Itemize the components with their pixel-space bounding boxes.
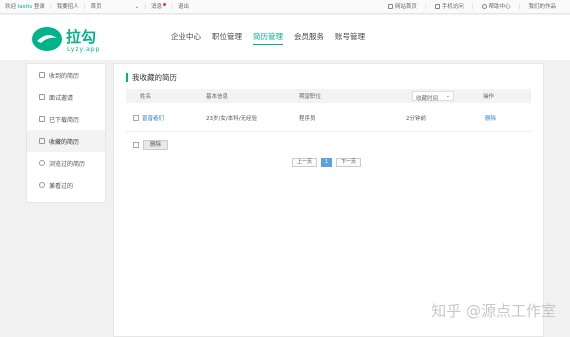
sidebar-item-saved-resumes[interactable]: 收藏的简历 bbox=[27, 130, 105, 152]
notification-dot bbox=[163, 3, 167, 6]
nav-resume-management[interactable]: 简历管理 bbox=[253, 31, 283, 45]
main-panel: 我收藏的简历 姓名 基本信息 期望职位 收藏时间 ⌄ 操作 曾曾者们 23岁/女… bbox=[113, 63, 544, 337]
sidebar-item-viewed-resumes[interactable]: 浏览过的简历 bbox=[27, 152, 105, 174]
chevron-down-icon: ⌄ bbox=[445, 93, 450, 99]
our-work-link[interactable]: 我们的作品 bbox=[528, 3, 556, 11]
home-icon bbox=[387, 4, 393, 9]
header: 拉勾 Lyzy.app 企业中心 职位管理 简历管理 会员服务 账号管理 bbox=[0, 15, 570, 60]
sidebar: 收到的简历 面试邀请 已下载简历 收藏的简历 浏览过的简历 兼看过的 bbox=[26, 63, 106, 203]
page-title: 我收藏的简历 bbox=[132, 73, 177, 82]
candidate-name-link[interactable]: 曾曾者们 bbox=[142, 114, 164, 122]
saved-time: 2分钟前 bbox=[406, 116, 426, 122]
download-icon bbox=[39, 116, 45, 122]
candidate-basic-info: 23岁/女/本科/无经验 bbox=[206, 116, 258, 122]
select-all-checkbox[interactable] bbox=[133, 142, 139, 148]
site-home-link[interactable]: 网站首页 bbox=[387, 3, 417, 11]
inbox-icon bbox=[39, 72, 45, 78]
homepage-link[interactable]: 首页 bbox=[91, 3, 102, 11]
bulk-delete-button[interactable]: 删除 bbox=[143, 140, 168, 150]
row-checkbox[interactable] bbox=[133, 115, 139, 121]
table-row: 曾曾者们 23岁/女/本科/无经验 程序员 2分钟前 删除 bbox=[126, 111, 531, 125]
nav-company-center[interactable]: 企业中心 bbox=[171, 31, 201, 45]
candidate-position: 程序员 bbox=[299, 116, 316, 122]
nav-member-services[interactable]: 会员服务 bbox=[294, 31, 324, 45]
top-bar: 欢迎 lastis 登录 | 我要招人 | 首页 ⌄ | 消息 | 退出 网站首… bbox=[0, 0, 570, 14]
phone-icon bbox=[434, 4, 440, 9]
table-header: 姓名 基本信息 期望职位 收藏时间 ⌄ 操作 bbox=[126, 89, 531, 103]
nav-job-management[interactable]: 职位管理 bbox=[212, 31, 242, 45]
prev-page-button[interactable]: 上一页 bbox=[292, 158, 318, 167]
nav-account-management[interactable]: 账号管理 bbox=[335, 31, 365, 45]
messages-link[interactable]: 消息 bbox=[151, 3, 167, 11]
sidebar-item-interview-invites[interactable]: 面试邀请 bbox=[27, 86, 105, 108]
user-icon bbox=[39, 182, 45, 188]
calendar-icon bbox=[39, 94, 45, 100]
chevron-down-icon[interactable]: ⌄ bbox=[135, 3, 140, 11]
logout-link[interactable]: 退出 bbox=[178, 3, 189, 11]
sidebar-item-viewed-by[interactable]: 兼看过的 bbox=[27, 174, 105, 196]
col-name: 姓名 bbox=[140, 94, 152, 100]
sidebar-item-downloaded-resumes[interactable]: 已下载简历 bbox=[27, 108, 105, 130]
sidebar-item-received-resumes[interactable]: 收到的简历 bbox=[27, 64, 105, 86]
svg-text:Lyzy.app: Lyzy.app bbox=[67, 46, 100, 53]
mobile-link[interactable]: 手机访问 bbox=[434, 3, 464, 11]
svg-text:拉勾: 拉勾 bbox=[66, 28, 96, 46]
divider bbox=[126, 131, 531, 132]
login-link[interactable]: 登录 bbox=[34, 4, 45, 10]
username-link[interactable]: lastis bbox=[18, 4, 32, 10]
welcome-text: 欢迎 lastis 登录 bbox=[5, 4, 45, 10]
help-link[interactable]: 帮助中心 bbox=[481, 3, 511, 11]
eye-icon bbox=[39, 160, 45, 166]
sort-by-time-select[interactable]: 收藏时间 ⌄ bbox=[412, 91, 454, 102]
col-action: 操作 bbox=[483, 94, 495, 100]
star-icon bbox=[39, 138, 45, 144]
next-page-button[interactable]: 下一页 bbox=[336, 158, 362, 167]
pagination: 上一页 1 下一页 bbox=[292, 158, 362, 167]
switch-role-link[interactable]: 我要招人 bbox=[57, 3, 79, 11]
main-nav: 企业中心 职位管理 简历管理 会员服务 账号管理 bbox=[171, 31, 365, 45]
page-1-button[interactable]: 1 bbox=[321, 158, 333, 167]
section-title: 我收藏的简历 bbox=[126, 72, 177, 83]
help-icon bbox=[481, 4, 487, 9]
col-basic-info: 基本信息 bbox=[206, 94, 229, 100]
delete-link[interactable]: 删除 bbox=[485, 114, 496, 122]
logo[interactable]: 拉勾 Lyzy.app bbox=[31, 24, 127, 54]
col-expected-position: 期望职位 bbox=[299, 94, 322, 100]
watermark: 知乎 @源点工作室 bbox=[431, 302, 556, 320]
